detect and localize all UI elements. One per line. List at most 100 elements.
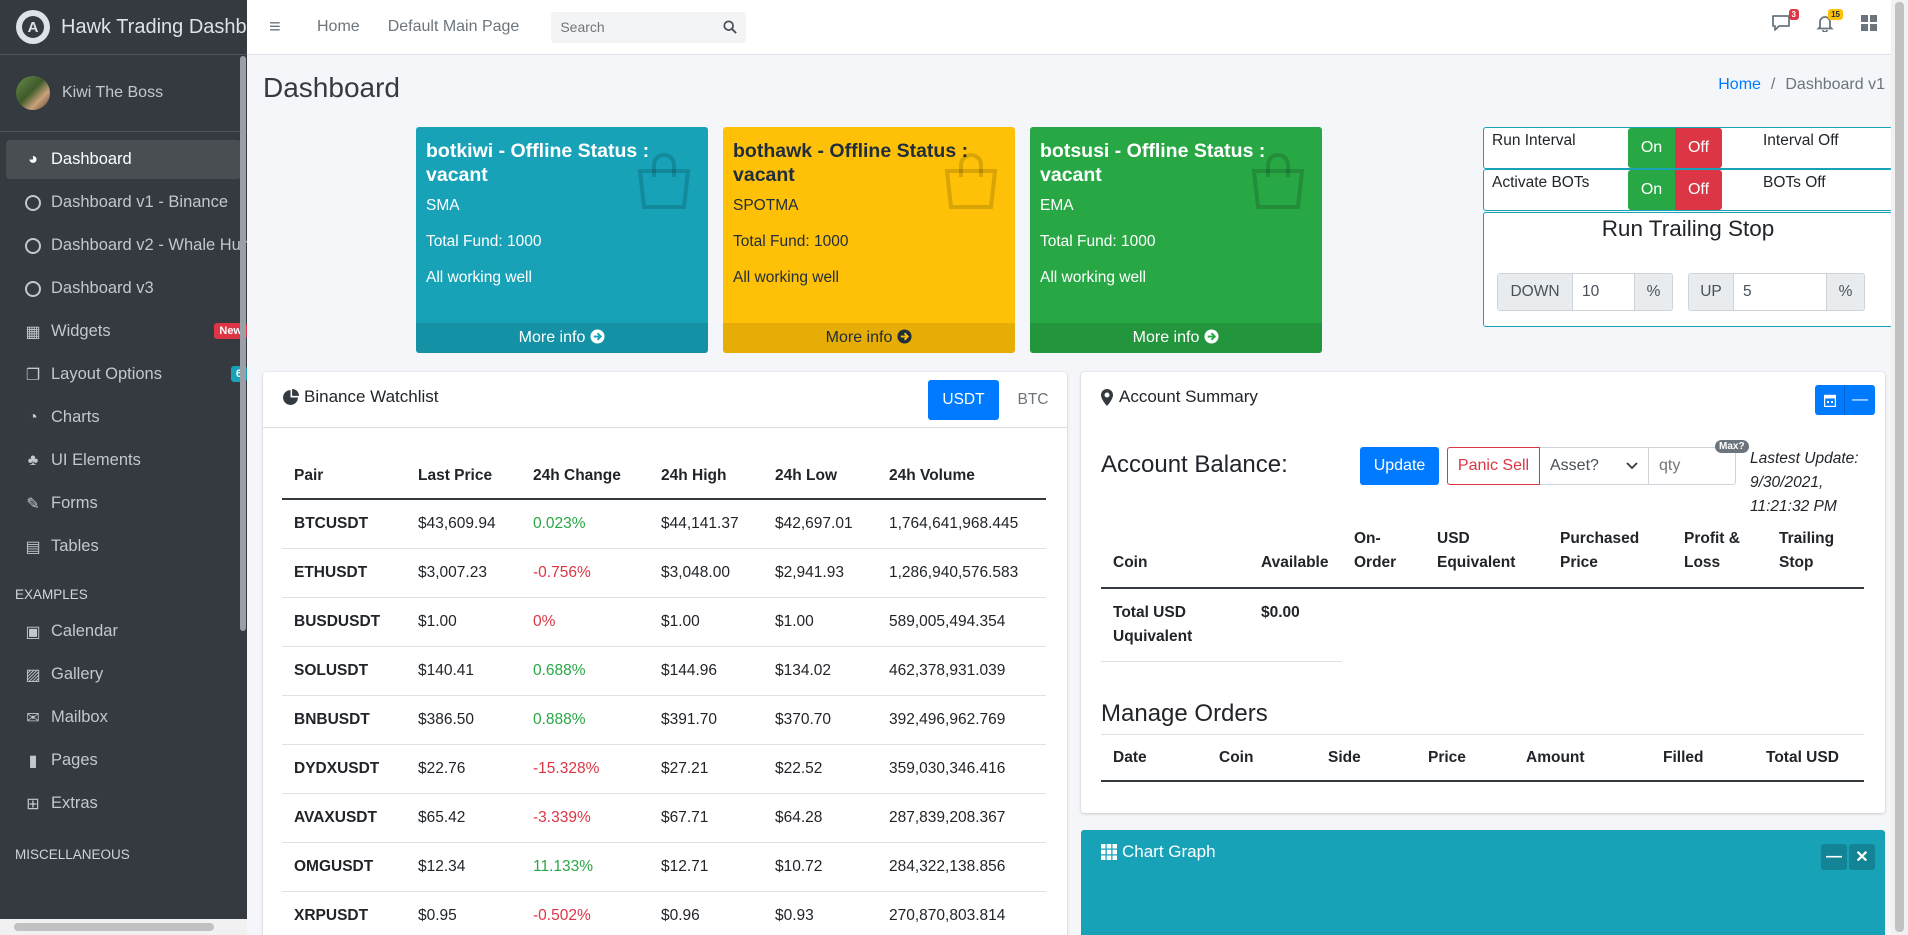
- activate-bots-on-button[interactable]: On: [1628, 170, 1675, 210]
- collapse-minus-icon[interactable]: —: [1845, 385, 1875, 415]
- table-row[interactable]: ETHUSDT $3,007.23 -0.756% $3,048.00 $2,941.9…: [282, 548, 1046, 598]
- sidebar-scrollbar[interactable]: [240, 56, 246, 631]
- column-header[interactable]: 24h High: [649, 453, 763, 500]
- chevron-down-icon: [1626, 462, 1638, 470]
- last-price-cell: $22.76: [406, 744, 521, 794]
- table-row[interactable]: DYDXUSDT $22.76 -15.328% $27.21 $22.52 359,03…: [282, 744, 1046, 794]
- column-header[interactable]: 24h Volume: [877, 453, 1046, 500]
- sidebar-item-tables[interactable]: ▤ Tables: [6, 527, 241, 566]
- user-panel[interactable]: Kiwi The Boss: [0, 55, 247, 132]
- bot-status: All working well: [426, 269, 532, 286]
- nav-link-home[interactable]: Home: [317, 18, 360, 36]
- table-row[interactable]: AVAXUSDT $65.42 -3.339% $67.71 $64.28 287,839…: [282, 793, 1046, 843]
- update-button[interactable]: Update: [1360, 447, 1439, 485]
- table-row[interactable]: BUSDUSDT $1.00 0% $1.00 $1.00 589,005,494.354: [282, 597, 1046, 647]
- high-cell: $12.71: [649, 842, 763, 892]
- column-header[interactable]: Pair: [282, 453, 406, 500]
- low-cell: $64.28: [763, 793, 877, 843]
- page-scrollbar[interactable]: [1891, 0, 1908, 935]
- pair-cell: BTCUSDT: [282, 499, 406, 549]
- run-interval-label: Run Interval: [1492, 132, 1576, 149]
- down-percent-input[interactable]: [1572, 274, 1635, 310]
- volume-cell: 392,496,962.769: [877, 695, 1046, 745]
- manage-orders-title: Manage Orders: [1101, 700, 1268, 727]
- pie-chart-icon: ◔: [28, 408, 38, 426]
- table-row[interactable]: XRPUSDT $0.95 -0.502% $0.96 $0.93 270,870,803…: [282, 891, 1046, 935]
- sidebar-item-dashboard[interactable]: ◕ Dashboard: [6, 140, 241, 179]
- column-header: Coin: [1101, 527, 1249, 589]
- table-row[interactable]: SOLUSDT $140.41 0.688% $144.96 $134.02 462,37…: [282, 646, 1046, 696]
- sidebar-item-pages[interactable]: ▮ Pages: [6, 741, 241, 780]
- tab-btc[interactable]: BTC: [1013, 380, 1053, 420]
- search-box: [551, 11, 747, 43]
- calendar-icon[interactable]: [1815, 385, 1845, 415]
- sidebar-item-dashboard-v2-whale-hunter[interactable]: Dashboard v2 - Whale Hunter: [6, 226, 247, 265]
- down-percent-sign: %: [1635, 274, 1672, 310]
- sidebar-item-layout-options[interactable]: ❐ Layout Options 6: [6, 355, 247, 394]
- table-row[interactable]: BNBUSDT $386.50 0.888% $391.70 $370.70 392,49…: [282, 695, 1046, 745]
- envelope-icon: ✉: [26, 709, 40, 727]
- sidebar-item-label: Calendar: [51, 622, 118, 640]
- activate-bots-off-button[interactable]: Off: [1675, 170, 1722, 210]
- sidebar-item-label: Dashboard v3: [51, 279, 154, 297]
- pair-cell: AVAXUSDT: [282, 793, 406, 843]
- sidebar-horizontal-scrollbar[interactable]: [0, 919, 247, 935]
- messages-icon[interactable]: 3: [1770, 9, 1799, 37]
- sidebar-item-ui-elements[interactable]: ♣ UI Elements: [6, 441, 241, 480]
- up-percent-input[interactable]: [1733, 274, 1827, 310]
- sidebar-item-label: Tables: [51, 537, 99, 555]
- sidebar-item-dashboard-v1-binance[interactable]: Dashboard v1 - Binance: [6, 183, 241, 222]
- search-icon[interactable]: [723, 20, 738, 34]
- column-header: Price: [1416, 735, 1514, 782]
- run-interval-control: Run Interval On Off Interval Off: [1483, 127, 1893, 169]
- account-summary-title: Account Summary: [1101, 387, 1258, 407]
- run-interval-on-button[interactable]: On: [1628, 128, 1675, 168]
- examples-header: EXAMPLES: [15, 587, 88, 602]
- column-header[interactable]: 24h Change: [521, 453, 649, 500]
- bell-icon[interactable]: 15: [1814, 9, 1843, 37]
- column-header[interactable]: 24h Low: [763, 453, 877, 500]
- sidebar-item-mailbox[interactable]: ✉ Mailbox: [6, 698, 241, 737]
- search-input[interactable]: [560, 19, 711, 35]
- collapse-minus-icon[interactable]: —: [1821, 844, 1847, 870]
- hamburger-menu-icon[interactable]: ≡: [269, 16, 289, 39]
- bot-title: bothawk - Offline Status : vacant: [733, 140, 969, 186]
- breadcrumb-home[interactable]: Home: [1718, 76, 1761, 93]
- table-row[interactable]: BTCUSDT $43,609.94 0.023% $44,141.37 $42,697…: [282, 499, 1046, 549]
- last-price-cell: $3,007.23: [406, 548, 521, 598]
- change-cell: -0.756%: [521, 548, 649, 598]
- sidebar-item-gallery[interactable]: ▨ Gallery: [6, 655, 241, 694]
- more-info-link[interactable]: More info: [416, 323, 708, 353]
- volume-cell: 284,322,138.856: [877, 842, 1046, 892]
- brand-title: Hawk Trading Dashboard: [61, 15, 247, 38]
- column-header[interactable]: Last Price: [406, 453, 521, 500]
- volume-cell: 1,764,641,968.445: [877, 499, 1046, 549]
- apps-grid-icon[interactable]: [1858, 15, 1880, 36]
- sidebar-item-widgets[interactable]: ▦ Widgets New: [6, 312, 247, 351]
- low-cell: $10.72: [763, 842, 877, 892]
- circle-icon: [23, 193, 43, 213]
- brand-link[interactable]: A Hawk Trading Dashboard: [0, 0, 247, 55]
- sidebar-item-extras[interactable]: ⊞ Extras: [6, 784, 241, 823]
- sidebar-item-forms[interactable]: ✎ Forms: [6, 484, 241, 523]
- sidebar-item-charts[interactable]: ◔ Charts: [6, 398, 241, 437]
- tab-usdt[interactable]: USDT: [928, 380, 999, 420]
- panic-sell-button[interactable]: Panic Sell: [1447, 447, 1540, 485]
- high-cell: $27.21: [649, 744, 763, 794]
- max-badge[interactable]: Max?: [1715, 440, 1749, 453]
- more-info-link[interactable]: More info: [723, 323, 1015, 353]
- run-interval-off-button[interactable]: Off: [1675, 128, 1722, 168]
- more-info-link[interactable]: More info: [1030, 323, 1322, 353]
- close-icon[interactable]: ✕: [1849, 844, 1875, 870]
- sidebar-item-dashboard-v3[interactable]: Dashboard v3: [6, 269, 241, 308]
- copy-icon: ❐: [25, 366, 41, 384]
- bot-total-fund: Total Fund: 1000: [426, 233, 542, 250]
- asset-select[interactable]: Asset?: [1540, 447, 1649, 485]
- table-row[interactable]: OMGUSDT $12.34 11.133% $12.71 $10.72 284,322,…: [282, 842, 1046, 892]
- nav-link-default-main-page[interactable]: Default Main Page: [388, 18, 520, 36]
- column-header: Amount: [1514, 735, 1651, 782]
- sidebar-item-calendar[interactable]: ▣ Calendar: [6, 612, 241, 651]
- last-price-cell: $12.34: [406, 842, 521, 892]
- column-header: Filled: [1651, 735, 1754, 782]
- pair-cell: OMGUSDT: [282, 842, 406, 892]
